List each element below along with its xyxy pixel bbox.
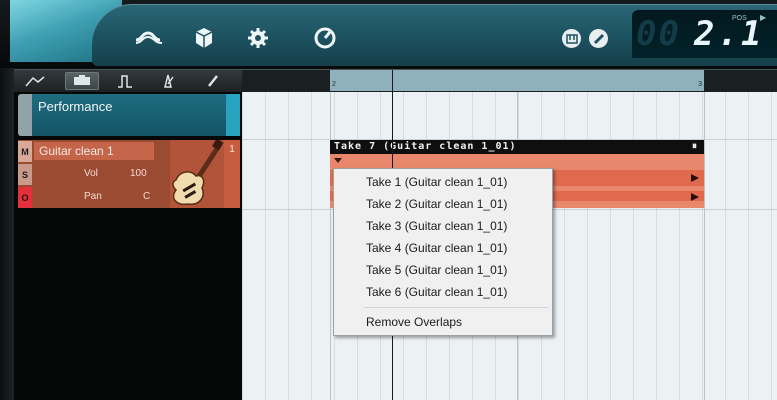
position-display: 00 2.1 POS ▶ [632,10,777,58]
automation-tool-icon[interactable] [18,72,52,90]
pan-value[interactable]: C [143,191,150,202]
arrange-tool-icon[interactable] [65,72,99,90]
performance-track-edge [226,94,240,136]
metronome-tool-icon[interactable] [151,72,185,90]
lane-play-icon[interactable] [690,173,700,183]
menu-item-take-6[interactable]: Take 6 (Guitar clean 1_01) [336,282,550,302]
metronome-icon[interactable] [562,29,581,48]
take-context-menu: Take 1 (Guitar clean 1_01) Take 2 (Guita… [333,168,553,336]
mute-button[interactable]: M [18,141,32,162]
performance-track-label: Performance [38,99,113,114]
position-display-ghost: 00 [636,14,681,54]
top-bar: 00 2.1 POS ▶ [0,0,777,68]
take-dropdown-icon[interactable] [333,157,345,165]
lane-play-icon[interactable] [690,192,700,202]
ruler[interactable]: 2 3 [242,70,777,92]
menu-item-remove-overlaps[interactable]: Remove Overlaps [336,312,550,332]
performance-track[interactable]: Performance [18,94,240,136]
track-guitar-clean-1[interactable]: M S O Guitar clean 1 Vol 100 Pan C 1 [18,140,240,208]
menu-item-take-3[interactable]: Take 3 (Guitar clean 1_01) [336,216,550,236]
volume-label: Vol [84,168,98,179]
event-title: Take 7 (Guitar clean 1_01) [334,141,517,152]
menu-separator [364,307,548,308]
solo-button[interactable]: S [18,164,32,185]
loop-end-marker[interactable]: 3 [698,81,702,88]
sound-bank-icon[interactable] [189,25,219,51]
record-button[interactable]: O [18,187,32,208]
play-icon[interactable]: ▶ [760,13,766,22]
loop-range[interactable]: 2 3 [330,70,704,91]
tempo-icon[interactable] [310,25,340,51]
event-header[interactable]: Take 7 (Guitar clean 1_01) ⏸ [330,140,704,154]
performance-track-handle[interactable] [18,94,32,136]
mixer-icon[interactable] [134,25,164,51]
track-list: Performance M S O Guitar clean 1 Vol 100… [14,92,242,400]
track-name[interactable]: Guitar clean 1 [34,142,154,160]
volume-value[interactable]: 100 [130,168,147,179]
left-border [0,68,14,400]
no-entry-icon[interactable] [589,29,608,48]
gear-icon[interactable] [243,25,273,51]
pan-label: Pan [84,191,102,202]
menu-item-take-4[interactable]: Take 4 (Guitar clean 1_01) [336,238,550,258]
pencil-tool-icon[interactable] [196,72,230,90]
guitar-icon [170,140,224,208]
position-value: 2.1 [694,14,765,54]
menu-item-take-5[interactable]: Take 5 (Guitar clean 1_01) [336,260,550,280]
step-tool-icon[interactable] [108,72,142,90]
menu-item-take-2[interactable]: Take 2 (Guitar clean 1_01) [336,194,550,214]
track-number: 1 [224,140,240,208]
loop-start-marker[interactable]: 2 [332,81,336,88]
menu-item-take-1[interactable]: Take 1 (Guitar clean 1_01) [336,172,550,192]
position-label: POS [732,15,747,22]
pause-icon[interactable]: ⏸ [692,140,698,154]
